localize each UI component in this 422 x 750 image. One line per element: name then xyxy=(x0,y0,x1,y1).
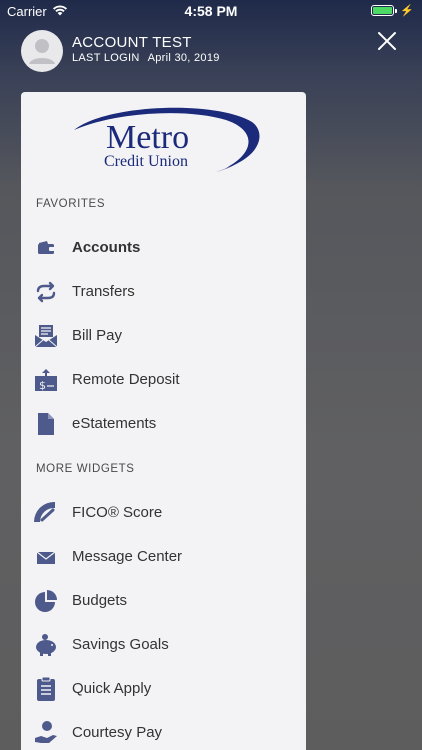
logo-subtitle: Credit Union xyxy=(104,153,188,170)
menu-item-label: Budgets xyxy=(72,592,128,609)
metro-credit-union-logo: Metro Credit Union xyxy=(66,100,266,182)
user-name: ACCOUNT TEST xyxy=(72,34,192,51)
battery-icon: ⚡ xyxy=(371,4,414,17)
deposit-check-icon: $ xyxy=(33,367,59,393)
battery-fill xyxy=(373,7,393,14)
menu-item-label: FICO® Score xyxy=(72,504,163,521)
hand-coin-icon xyxy=(33,720,59,746)
user-header: ACCOUNT TEST LAST LOGIN April 30, 2019 xyxy=(21,30,411,74)
menu-item-estatements[interactable]: eStatements xyxy=(21,404,306,444)
more-widgets-section-title: MORE WIDGETS xyxy=(36,463,135,475)
person-icon xyxy=(29,39,55,64)
close-icon xyxy=(378,32,396,50)
pie-chart-icon xyxy=(33,588,59,614)
menu-item-transfers[interactable]: Transfers xyxy=(21,272,306,312)
clock: 4:58 PM xyxy=(184,3,238,19)
svg-text:$: $ xyxy=(39,379,46,392)
wallet-icon xyxy=(33,235,59,261)
piggy-bank-icon xyxy=(33,632,59,658)
transfer-arrows-icon xyxy=(33,279,59,305)
clipboard-icon xyxy=(33,676,59,702)
menu-item-bill-pay[interactable]: Bill Pay xyxy=(21,316,306,356)
menu-item-savings-goals[interactable]: Savings Goals xyxy=(21,625,306,665)
navigation-drawer: Metro Credit Union FAVORITES Accounts Tr… xyxy=(21,92,306,750)
last-login-label: LAST LOGIN xyxy=(72,52,140,64)
charging-bolt-icon: ⚡ xyxy=(400,5,414,17)
menu-item-label: Accounts xyxy=(72,239,141,256)
menu-item-fico-score[interactable]: FICO® Score xyxy=(21,493,306,533)
envelope-icon xyxy=(33,544,59,570)
last-login-date: April 30, 2019 xyxy=(147,52,220,64)
menu-item-label: Message Center xyxy=(72,548,183,565)
logo-name: Metro xyxy=(106,119,189,156)
menu-item-courtesy-pay[interactable]: Courtesy Pay xyxy=(21,713,306,750)
menu-item-label: eStatements xyxy=(72,415,157,432)
favorites-section-title: FAVORITES xyxy=(36,198,106,210)
close-button[interactable] xyxy=(376,30,398,52)
menu-item-remote-deposit[interactable]: $ Remote Deposit xyxy=(21,360,306,400)
last-login: LAST LOGIN April 30, 2019 xyxy=(72,52,220,64)
gauge-icon xyxy=(33,500,59,526)
menu-item-label: Quick Apply xyxy=(72,680,152,697)
menu-item-label: Savings Goals xyxy=(72,636,169,653)
status-bar: Carrier 4:58 PM ⚡ xyxy=(0,0,422,22)
menu-item-accounts[interactable]: Accounts xyxy=(21,228,306,268)
menu-item-label: Bill Pay xyxy=(72,327,123,344)
menu-item-quick-apply[interactable]: Quick Apply xyxy=(21,669,306,709)
menu-item-message-center[interactable]: Message Center xyxy=(21,537,306,577)
menu-item-label: Remote Deposit xyxy=(72,371,180,388)
avatar[interactable] xyxy=(21,30,63,72)
menu-item-label: Courtesy Pay xyxy=(72,724,163,741)
menu-item-budgets[interactable]: Budgets xyxy=(21,581,306,621)
document-icon xyxy=(33,411,59,437)
menu-item-label: Transfers xyxy=(72,283,135,300)
bill-envelope-icon xyxy=(33,323,59,349)
